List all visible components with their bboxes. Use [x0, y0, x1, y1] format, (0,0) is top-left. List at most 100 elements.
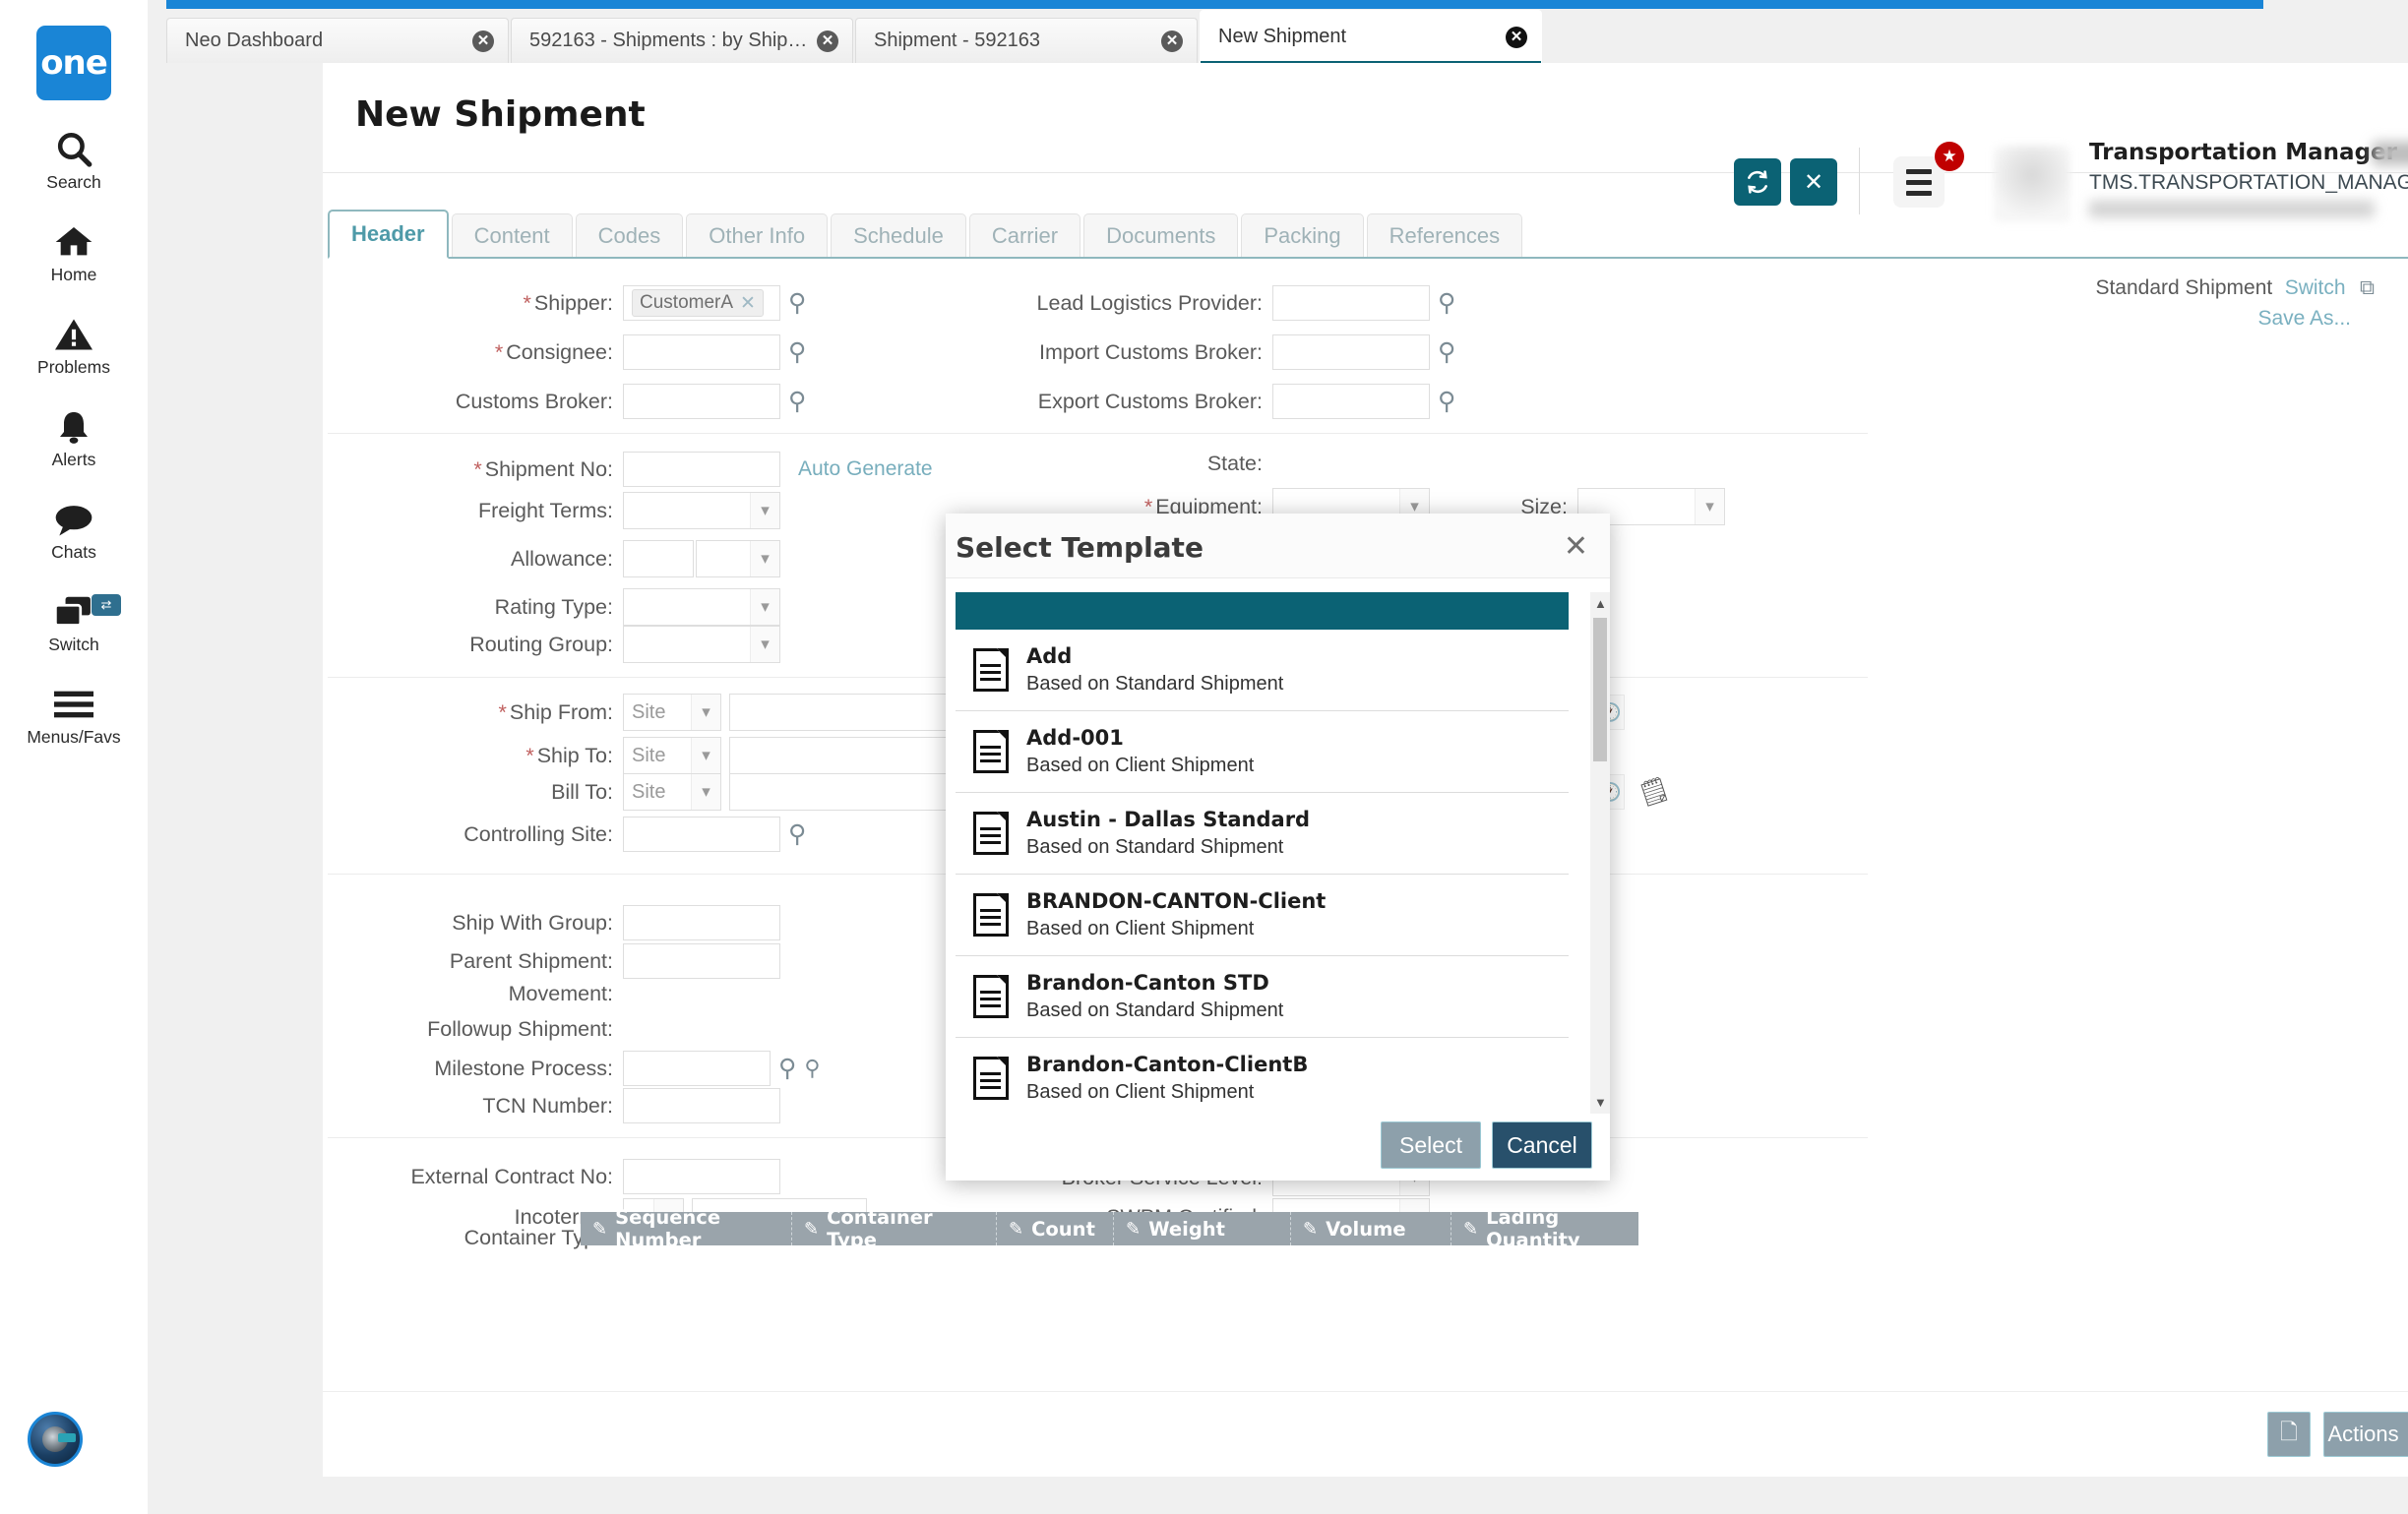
grid-col-weight[interactable]: ✎ Weight — [1114, 1212, 1291, 1245]
edit-icon: ✎ — [1303, 1218, 1319, 1240]
shipment-no-input[interactable] — [623, 452, 780, 487]
browser-tab-shipments-list[interactable]: 592163 - Shipments : by Shipme... ✕ — [511, 18, 853, 63]
ship-from-type-select[interactable]: Site ▾ — [623, 694, 721, 731]
tab-codes[interactable]: Codes — [575, 213, 684, 257]
cancel-button[interactable]: Cancel — [1492, 1121, 1592, 1169]
import-broker-search-icon[interactable]: ⚲ — [1438, 337, 1455, 367]
list-item[interactable]: Add-001 Based on Client Shipment — [956, 711, 1569, 793]
milestone-process-lookup-icon[interactable]: ⚲ — [804, 1056, 820, 1081]
tab-close-icon[interactable]: ✕ — [472, 30, 494, 52]
document-icon — [973, 975, 1009, 1018]
bill-to-type-select[interactable]: Site ▾ — [623, 773, 721, 811]
assistant-avatar[interactable] — [28, 1412, 83, 1467]
tab-header[interactable]: Header — [328, 210, 449, 259]
rail-item-problems[interactable]: Problems — [0, 315, 148, 378]
close-icon[interactable]: ✕ — [1564, 529, 1588, 564]
notebook-icon[interactable]: 🗒 — [1635, 773, 1673, 810]
ship-from-input[interactable] — [729, 694, 975, 731]
scroll-thumb[interactable] — [1593, 618, 1607, 761]
tcn-number-input[interactable] — [623, 1088, 780, 1123]
browser-tab-shipment-592163[interactable]: Shipment - 592163 ✕ — [855, 18, 1198, 63]
consignee-search-icon[interactable]: ⚲ — [788, 337, 806, 367]
template-list-scrollbar[interactable]: ▲ ▼ — [1590, 592, 1610, 1114]
list-item[interactable]: Austin - Dallas Standard Based on Standa… — [956, 793, 1569, 875]
scroll-up-icon[interactable]: ▲ — [1594, 596, 1607, 611]
shipper-input[interactable]: CustomerA ✕ — [623, 285, 780, 321]
consignee-input[interactable] — [623, 334, 780, 370]
remove-chip-icon[interactable]: ✕ — [740, 292, 756, 315]
customs-broker-input[interactable] — [623, 384, 780, 419]
refresh-icon[interactable] — [1734, 158, 1781, 206]
bill-to-input[interactable] — [729, 773, 975, 811]
parent-shipment-input[interactable] — [623, 943, 780, 979]
tab-references[interactable]: References — [1366, 213, 1523, 257]
template-subtitle: Based on Client Shipment — [1026, 1081, 1255, 1103]
select-button[interactable]: Select — [1381, 1121, 1481, 1169]
rail-item-menus-favs[interactable]: Menus/Favs — [0, 685, 148, 748]
tab-content[interactable]: Content — [451, 213, 573, 257]
tab-close-icon[interactable]: ✕ — [1161, 30, 1183, 52]
tab-carrier[interactable]: Carrier — [968, 213, 1081, 257]
list-item[interactable]: Add Based on Standard Shipment — [956, 630, 1569, 711]
rail-item-switch[interactable]: ⇄ Switch — [0, 592, 148, 655]
import-broker-input[interactable] — [1272, 334, 1430, 370]
tab-label: Documents — [1106, 222, 1216, 248]
shipper-chip[interactable]: CustomerA ✕ — [632, 289, 764, 317]
template-list-inner: Add Based on Standard Shipment Add-001 B… — [956, 592, 1569, 1114]
scroll-down-icon[interactable]: ▼ — [1594, 1095, 1607, 1110]
controlling-site-search-icon[interactable]: ⚲ — [788, 819, 806, 849]
rail-label-home: Home — [50, 265, 97, 284]
milestone-process-input[interactable] — [623, 1051, 771, 1086]
rail-item-home[interactable]: Home — [0, 222, 148, 285]
tab-label: Codes — [597, 222, 661, 248]
auto-generate-link[interactable]: Auto Generate — [798, 457, 933, 481]
template-list[interactable]: Add Based on Standard Shipment Add-001 B… — [956, 592, 1590, 1114]
allowance-unit-select[interactable]: ▾ — [696, 540, 780, 577]
shipper-search-icon[interactable]: ⚲ — [788, 288, 806, 318]
close-icon[interactable]: ✕ — [1790, 158, 1837, 206]
tab-close-icon[interactable]: ✕ — [1506, 26, 1527, 48]
export-broker-search-icon[interactable]: ⚲ — [1438, 387, 1455, 416]
browser-tab-neo-dashboard[interactable]: Neo Dashboard ✕ — [166, 18, 509, 63]
chevron-down-icon: ▾ — [750, 541, 779, 576]
grid-col-volume[interactable]: ✎ Volume — [1291, 1212, 1451, 1245]
controlling-site-input[interactable] — [623, 817, 780, 852]
actions-button[interactable]: Actions ▼ — [2323, 1412, 2408, 1457]
rail-item-chats[interactable]: Chats — [0, 500, 148, 563]
tab-packing[interactable]: Packing — [1241, 213, 1364, 257]
ship-from-type-value: Site — [632, 700, 666, 723]
grid-col-sequence-number[interactable]: ✎ Sequence Number — [581, 1206, 792, 1251]
milestone-process-search-icon[interactable]: ⚲ — [778, 1054, 796, 1083]
rating-type-select[interactable]: ▾ — [623, 588, 780, 626]
tab-schedule[interactable]: Schedule — [831, 213, 966, 257]
tab-other-info[interactable]: Other Info — [686, 213, 829, 257]
tab-label: 592163 - Shipments : by Shipme... — [529, 30, 809, 51]
rail-item-search[interactable]: Search — [0, 130, 148, 193]
list-item[interactable]: BRANDON-CANTON-Client Based on Client Sh… — [956, 875, 1569, 956]
export-broker-input[interactable] — [1272, 384, 1430, 419]
browser-tab-new-shipment[interactable]: New Shipment ✕ — [1200, 10, 1542, 63]
grid-col-lading-quantity[interactable]: ✎ Lading Quantity — [1451, 1206, 1638, 1251]
copy-icon[interactable]: 🗋 — [2267, 1412, 2311, 1457]
switch-badge-icon[interactable]: ⇄ — [92, 594, 121, 616]
template-list-selected-row[interactable] — [956, 592, 1569, 630]
rail-item-alerts[interactable]: Alerts — [0, 407, 148, 470]
llp-input[interactable] — [1272, 285, 1430, 321]
document-icon — [973, 812, 1009, 855]
llp-search-icon[interactable]: ⚲ — [1438, 288, 1455, 318]
ship-to-type-select[interactable]: Site ▾ — [623, 737, 721, 774]
freight-terms-select[interactable]: ▾ — [623, 492, 780, 529]
tab-documents[interactable]: Documents — [1083, 213, 1239, 257]
shipper-label: * Shipper: — [523, 290, 613, 315]
allowance-input[interactable] — [623, 540, 694, 577]
grid-col-container-type[interactable]: ✎ Container Type — [792, 1206, 997, 1251]
routing-group-select[interactable]: ▾ — [623, 626, 780, 663]
ship-with-group-input[interactable] — [623, 905, 780, 940]
list-item[interactable]: Brandon-Canton STD Based on Standard Shi… — [956, 956, 1569, 1038]
list-item[interactable]: Brandon-Canton-ClientB Based on Client S… — [956, 1038, 1569, 1114]
grid-col-count[interactable]: ✎ Count — [997, 1212, 1114, 1245]
ship-to-input[interactable] — [729, 737, 975, 774]
external-contract-input[interactable] — [623, 1159, 780, 1194]
customs-broker-search-icon[interactable]: ⚲ — [788, 387, 806, 416]
tab-close-icon[interactable]: ✕ — [817, 30, 838, 52]
